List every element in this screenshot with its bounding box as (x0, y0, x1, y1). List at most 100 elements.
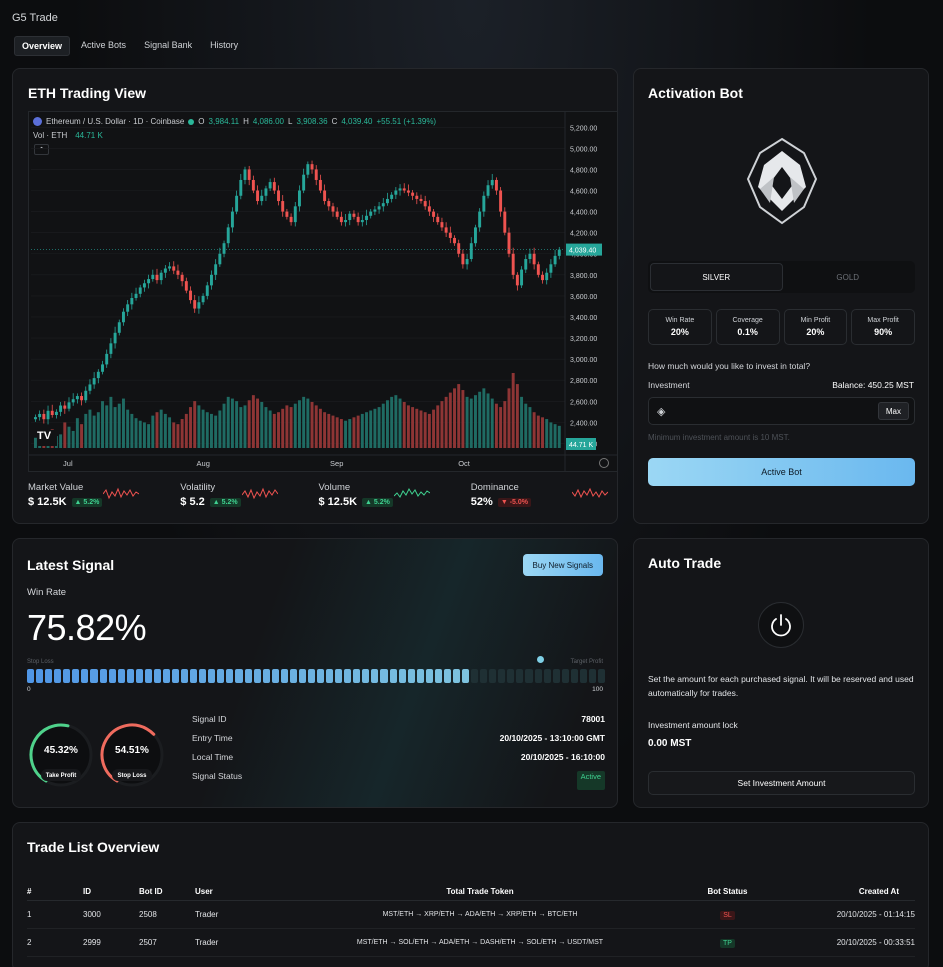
status-badge: SL (720, 910, 735, 920)
candle-body (289, 216, 293, 223)
investment-input[interactable]: ◈ Max (648, 397, 915, 425)
volume-bar (226, 396, 230, 448)
volume-bar (369, 410, 373, 448)
invest-question: How much would you like to invest in tot… (648, 361, 811, 371)
bar-segment (471, 669, 479, 683)
bar-segment (108, 669, 116, 683)
volume-bar (482, 388, 486, 448)
bar-segment (335, 669, 343, 683)
candle-body (256, 190, 260, 202)
lock-label: Investment amount lock (648, 720, 738, 730)
volume-bar (243, 405, 247, 448)
candle-body (406, 190, 410, 193)
col-created-at: Created At (780, 883, 915, 901)
tab-history[interactable]: History (203, 36, 245, 56)
y-tick-label: 3,200.00 (570, 336, 597, 343)
tier-gold[interactable]: GOLD (783, 263, 914, 291)
volume-bar (536, 415, 540, 448)
candle-body (541, 274, 544, 281)
scale-max: 100 (592, 686, 603, 693)
candle-body (42, 413, 46, 420)
active-bot-button[interactable]: Active Bot (648, 458, 915, 486)
volume-bar (411, 407, 415, 448)
bar-segment (153, 669, 161, 683)
volume-bar (402, 401, 406, 448)
win-rate-marker (537, 656, 544, 663)
trade-list-card: Trade List Overview # ID Bot ID User Tot… (12, 822, 929, 967)
volume-bar (272, 413, 276, 448)
detail-signal-id: Signal ID 78001 (192, 714, 605, 724)
volume-bar (335, 417, 339, 448)
bar-segment (99, 669, 107, 683)
tab-overview[interactable]: Overview (14, 36, 71, 56)
candle-body (226, 227, 230, 244)
max-button[interactable]: Max (877, 402, 909, 420)
bar-segment (317, 669, 325, 683)
bar-segment (117, 669, 125, 683)
candle-body (201, 295, 205, 303)
change-badge: ▲ 5.2% (209, 497, 241, 507)
col-number: # (27, 883, 83, 901)
candle-body (151, 274, 155, 280)
volume-bar (323, 412, 327, 448)
candle-body (46, 410, 50, 420)
volume-bar (92, 415, 96, 448)
bar-segment (162, 669, 170, 683)
volume-bar (478, 391, 482, 448)
bar-segment (253, 669, 261, 683)
y-tick-label: 5,200.00 (570, 125, 597, 132)
settings-gear-icon[interactable] (599, 458, 609, 468)
bar-segment (217, 669, 225, 683)
volume-bar (440, 401, 444, 448)
table-row[interactable]: 1 3000 2508 Trader MST/ETH → XRP/ETH → A… (27, 900, 915, 929)
change-badge: ▲ 5.2% (71, 497, 103, 507)
volume-bar (189, 407, 192, 448)
volume-bar (327, 413, 331, 448)
candle-body (75, 396, 79, 400)
bar-segment (326, 669, 334, 683)
tier-silver[interactable]: SILVER (650, 263, 783, 291)
candle-body (352, 213, 356, 217)
volume-bar (71, 430, 75, 448)
volume-bar (205, 412, 209, 448)
candle-body (511, 253, 515, 275)
volume-bar (524, 403, 528, 448)
candle-body (239, 179, 243, 196)
tab-active-bots[interactable]: Active Bots (74, 36, 133, 56)
set-investment-amount-button[interactable]: Set Investment Amount (648, 771, 915, 795)
candle-body (126, 304, 130, 312)
candle-body (520, 269, 524, 286)
stop-loss-gauge: 54.51% Stop Loss (98, 721, 166, 789)
candle-body (235, 195, 239, 212)
volume-bar (348, 419, 352, 448)
volume-bar (101, 401, 104, 448)
bar-segment (588, 669, 596, 683)
tradingview-logo-icon: TV (37, 430, 57, 446)
candle-body (499, 190, 503, 212)
volume-bar (239, 407, 243, 448)
candle-body (113, 332, 117, 344)
bar-segment (525, 669, 533, 683)
stat-min-profit: Min Profit 20% (783, 309, 848, 345)
volume-bar (549, 422, 553, 448)
stop-loss-label: Stop Loss (117, 773, 147, 779)
candle-body (377, 206, 381, 210)
candle-body (117, 322, 121, 333)
volume-bar (88, 409, 92, 448)
price-chart[interactable]: Ethereum / U.S. Dollar · 1D · Coinbase O… (28, 111, 618, 472)
candle-body (122, 311, 125, 323)
volume-bar (184, 413, 188, 448)
cell-id: 2999 (83, 928, 139, 957)
table-row[interactable]: 2 2999 2507 Trader MST/ETH → SOL/ETH → A… (27, 928, 915, 957)
candle-body (306, 164, 310, 175)
tab-signal-bank[interactable]: Signal Bank (137, 36, 199, 56)
volume-bar (298, 400, 301, 448)
buy-new-signals-button[interactable]: Buy New Signals (522, 554, 603, 576)
win-rate-label: Win Rate (27, 587, 67, 598)
change-badge: ▼ -5.0% (497, 497, 531, 507)
volume-marker: 44.71 K (569, 442, 593, 449)
volume-bar (406, 405, 410, 448)
power-button[interactable] (758, 602, 804, 648)
candle-body (184, 281, 188, 291)
candle-body (197, 302, 201, 309)
